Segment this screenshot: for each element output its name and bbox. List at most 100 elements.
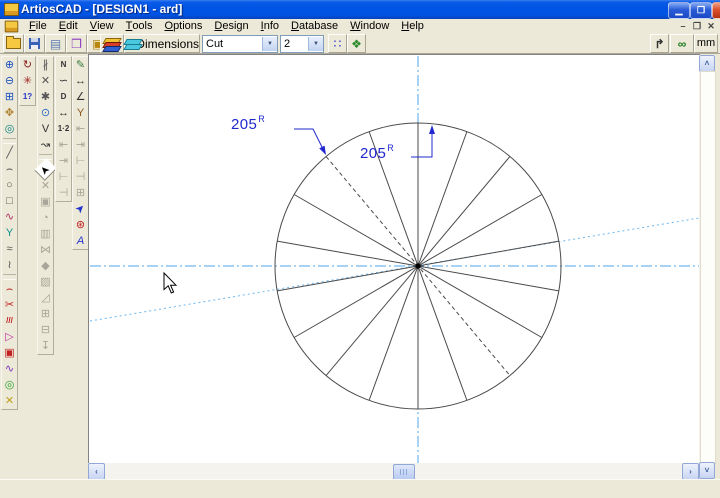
dim-horizontal-icon[interactable]: ⇤: [56, 137, 71, 153]
rotate-icon[interactable]: ↻: [20, 57, 35, 73]
restore-button[interactable]: ❐: [690, 2, 712, 19]
move-icon[interactable]: ◔: [38, 210, 53, 226]
fillet-icon[interactable]: ∽: [56, 73, 71, 89]
plot-button[interactable]: ❒: [66, 34, 87, 53]
chevron-down-icon[interactable]: ▼: [262, 37, 277, 51]
scale-icon[interactable]: ▨: [38, 274, 53, 290]
horizontal-scroll-thumb[interactable]: [393, 464, 415, 480]
scroll-down-button[interactable]: ˅: [699, 462, 715, 479]
group-icon[interactable]: ▣: [38, 194, 53, 210]
menu-edit[interactable]: Edit: [53, 19, 84, 33]
pan-icon[interactable]: ✥: [2, 105, 17, 121]
scissors-icon[interactable]: ✂: [2, 297, 17, 313]
dim-radius-icon[interactable]: ⊣: [56, 185, 71, 201]
menu-file[interactable]: File: [23, 19, 53, 33]
dim-ordinate-icon[interactable]: ⊢: [73, 153, 88, 169]
arc-tool-icon[interactable]: ⌢: [2, 161, 17, 177]
menu-design[interactable]: Design: [208, 19, 254, 33]
dim-angle-icon[interactable]: ⊢: [56, 169, 71, 185]
menu-tools[interactable]: Tools: [120, 19, 159, 33]
snap-options-button[interactable]: ∷: [328, 34, 347, 53]
save-button[interactable]: [24, 34, 45, 53]
color-layers-button[interactable]: [100, 34, 124, 53]
horizontal-scrollbar[interactable]: ‹ ›: [88, 463, 699, 479]
mdi-close-button[interactable]: ✕: [704, 20, 718, 32]
bridge-tool-icon[interactable]: ◎: [2, 377, 17, 393]
rectangle-tool-icon[interactable]: □: [2, 193, 17, 209]
nick-tool-icon[interactable]: ▣: [2, 345, 17, 361]
scroll-right-button[interactable]: ›: [682, 463, 699, 480]
shear-icon[interactable]: ◿: [38, 290, 53, 306]
delete-icon[interactable]: ✕: [38, 73, 53, 89]
one-two-icon[interactable]: 1·2: [56, 121, 71, 137]
perf-tool-icon[interactable]: ▷: [2, 329, 17, 345]
conic-tool-icon[interactable]: ∿: [2, 209, 17, 225]
circle-tool-icon[interactable]: ○: [2, 177, 17, 193]
minimize-button[interactable]: ▁: [668, 2, 690, 19]
text-italic-icon[interactable]: A: [73, 233, 88, 249]
menu-view[interactable]: View: [84, 19, 120, 33]
radius-dimension-label[interactable]: 205R: [360, 144, 393, 162]
knife-icon[interactable]: ∦: [38, 57, 53, 73]
stretch-icon[interactable]: ↔: [56, 105, 71, 121]
pointer-tool-button[interactable]: ↱: [650, 34, 669, 53]
nodes-icon[interactable]: V: [38, 121, 53, 137]
show-hide-icon[interactable]: ◎: [2, 121, 17, 137]
menu-window[interactable]: Window: [344, 19, 395, 33]
branch-y-icon[interactable]: Y: [73, 105, 88, 121]
sequence-icon[interactable]: ↧: [38, 338, 53, 354]
zigzag-tool-icon[interactable]: ∿: [2, 361, 17, 377]
angle-icon[interactable]: ∠: [73, 89, 88, 105]
delete-selection-icon[interactable]: ✕: [38, 178, 53, 194]
blend-icon[interactable]: D: [56, 89, 71, 105]
branch-tool-icon[interactable]: Y: [2, 225, 17, 241]
find-button[interactable]: ∞: [670, 34, 694, 53]
zoom-in-icon[interactable]: ⊕: [2, 57, 17, 73]
mdi-restore-button[interactable]: ❐: [690, 20, 704, 32]
dim-vertical-icon[interactable]: ⇥: [56, 153, 71, 169]
drawing-canvas[interactable]: 205R 205R: [88, 54, 700, 464]
trim-icon[interactable]: ✱: [38, 89, 53, 105]
copy-icon[interactable]: ▥: [38, 226, 53, 242]
menu-help[interactable]: Help: [395, 19, 430, 33]
cross-tool-icon[interactable]: ✕: [2, 393, 17, 409]
check-dims-icon[interactable]: 1?: [20, 89, 35, 105]
scroll-left-button[interactable]: ‹: [88, 463, 105, 480]
wave-tool-icon[interactable]: ≈: [2, 241, 17, 257]
rebuild-button[interactable]: ❖: [347, 34, 366, 53]
bold-arc-icon[interactable]: ⌢: [2, 281, 17, 297]
hatch-icon[interactable]: ///: [2, 313, 17, 329]
dimensions-button[interactable]: Dimensions: [124, 34, 200, 53]
measure-icon[interactable]: ↔: [73, 73, 88, 89]
close-button[interactable]: ✕: [712, 2, 720, 19]
menu-database[interactable]: Database: [285, 19, 344, 33]
zoom-extents-icon[interactable]: ⊞: [2, 89, 17, 105]
open-button[interactable]: [3, 34, 24, 53]
line-tool-icon[interactable]: ╱: [2, 145, 17, 161]
polyline-tool-icon[interactable]: ≀: [2, 257, 17, 273]
mirror-icon[interactable]: ⋈: [38, 242, 53, 258]
menu-info[interactable]: Info: [255, 19, 285, 33]
center-point-icon[interactable]: ⊙: [38, 105, 53, 121]
dim-leader-icon[interactable]: ⊣: [73, 169, 88, 185]
zoom-out-icon[interactable]: ⊖: [2, 73, 17, 89]
chevron-down-icon[interactable]: ▼: [308, 37, 323, 51]
pen-icon[interactable]: ✎: [73, 57, 88, 73]
align-icon[interactable]: ⊟: [38, 322, 53, 338]
scroll-up-button[interactable]: ˄: [699, 55, 715, 72]
dim-chain-icon[interactable]: ⇤: [73, 121, 88, 137]
rotate-sel-icon[interactable]: ◆: [38, 258, 53, 274]
layer-select[interactable]: Cut ▼: [202, 35, 278, 53]
spec-output-button[interactable]: ▤: [45, 34, 66, 53]
vertical-scrollbar[interactable]: ˄ ˅: [699, 55, 715, 479]
burst-icon[interactable]: ✳: [20, 73, 35, 89]
page-select[interactable]: 2 ▼: [280, 35, 324, 53]
radius-dimension-label[interactable]: 205R: [231, 115, 264, 133]
menu-options[interactable]: Options: [159, 19, 209, 33]
fill-icon[interactable]: ⊞: [38, 306, 53, 322]
units-button[interactable]: mm: [694, 34, 718, 53]
corner-icon[interactable]: N: [56, 57, 71, 73]
mdi-minimize-button[interactable]: –: [676, 20, 690, 32]
freehand-icon[interactable]: ↝: [38, 137, 53, 153]
vertical-scroll-thumb[interactable]: [700, 71, 716, 464]
